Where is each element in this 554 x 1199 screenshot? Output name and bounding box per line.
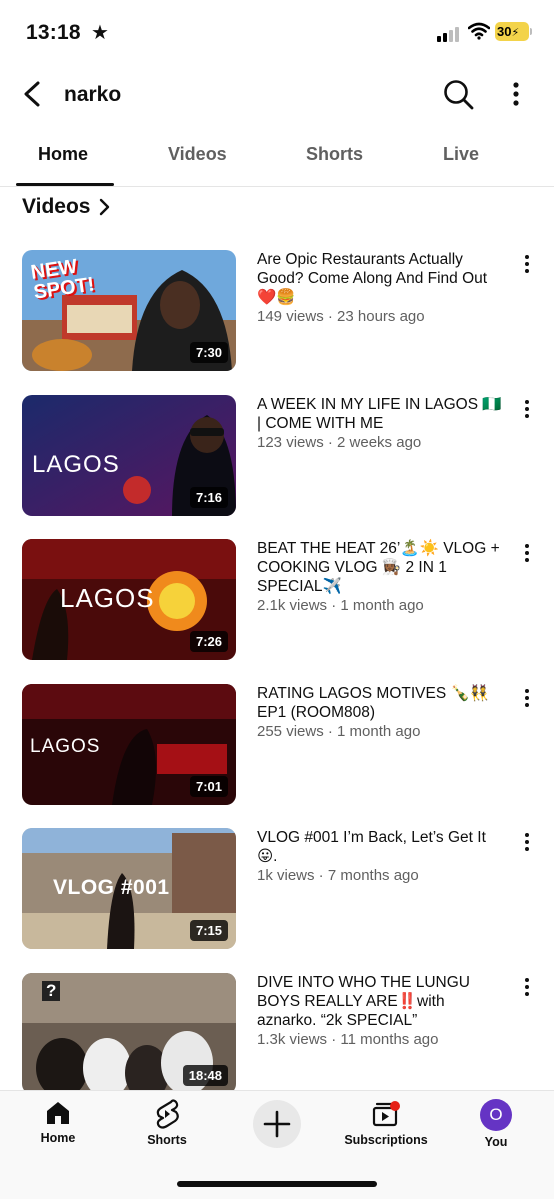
thumbnail-text: LAGOS [32,451,120,478]
video-item[interactable]: VLOG #001 7:15 VLOG #001 I’m Back, Let’s… [0,828,554,950]
active-tab-indicator [16,183,114,186]
create-button[interactable] [253,1100,301,1148]
tab-videos[interactable]: Videos [168,144,227,165]
video-thumbnail[interactable]: LAGOS 7:26 [22,539,236,660]
video-meta: VLOG #001 I’m Back, Let’s Get It😛. 1k vi… [257,828,503,885]
video-item[interactable]: ? 18:48 DIVE INTO WHO THE LUNGU BOYS REA… [0,973,554,1095]
battery-cap [530,28,532,35]
video-thumbnail[interactable]: NEW SPOT! 7:30 [22,250,236,371]
video-item[interactable]: LAGOS 7:26 BEAT THE HEAT 26’🏝️☀️ VLOG + … [0,539,554,661]
status-time: 13:18 [26,21,81,44]
video-item[interactable]: LAGOS 7:01 RATING LAGOS MOTIVES 🍾👯 EP1 (… [0,684,554,806]
top-app-bar: narko [0,66,554,126]
video-title[interactable]: DIVE INTO WHO THE LUNGU BOYS REALLY ARE‼… [257,973,503,1030]
nav-subscriptions[interactable]: Subscriptions [343,1099,429,1147]
video-meta: RATING LAGOS MOTIVES 🍾👯 EP1 (ROOM808) 25… [257,684,503,741]
video-title[interactable]: VLOG #001 I’m Back, Let’s Get It😛. [257,828,503,866]
thumbnail-text: ? [42,981,61,1001]
star-icon: ★ [91,22,109,44]
video-meta: A WEEK IN MY LIFE IN LAGOS 🇳🇬 | COME WIT… [257,395,503,452]
video-stats: 149 views · 23 hours ago [257,308,425,325]
nav-shorts[interactable]: Shorts [143,1099,191,1147]
tab-live[interactable]: Live [443,144,479,165]
nav-shorts-label: Shorts [147,1133,187,1147]
video-meta: DIVE INTO WHO THE LUNGU BOYS REALLY ARE‼… [257,973,503,1049]
avatar: O [480,1099,512,1131]
video-meta: Are Opic Restaurants Actually Good? Come… [257,250,503,326]
more-options-icon[interactable] [505,79,527,109]
video-thumbnail[interactable]: VLOG #001 7:15 [22,828,236,949]
home-icon [47,1102,69,1124]
thumbnail-text: NEW SPOT! [29,255,96,304]
video-thumbnail[interactable]: ? 18:48 [22,973,236,1094]
video-title[interactable]: BEAT THE HEAT 26’🏝️☀️ VLOG + COOKING VLO… [257,539,503,596]
nav-home-label: Home [40,1131,76,1145]
thumbnail-text: LAGOS [60,583,155,613]
status-bar: 13:18 ★ 30⚡ [0,0,554,66]
tab-home[interactable]: Home [38,144,88,165]
plus-icon [263,1110,291,1138]
videos-section-header[interactable]: Videos [22,192,112,222]
video-thumbnail[interactable]: LAGOS 7:16 [22,395,236,516]
video-stats: 123 views · 2 weeks ago [257,434,422,451]
video-duration: 7:30 [189,342,228,363]
channel-tabs: Home Videos Shorts Live [0,126,554,187]
video-more-options-icon[interactable] [517,830,537,854]
video-item[interactable]: NEW SPOT! 7:30 Are Opic Restaurants Actu… [0,250,554,372]
video-duration: 18:48 [182,1065,228,1086]
video-more-options-icon[interactable] [517,252,537,276]
video-duration: 7:15 [189,920,228,941]
video-duration: 7:26 [189,631,228,652]
battery-indicator: 30⚡ [495,22,529,41]
channel-name: narko [64,83,122,106]
video-more-options-icon[interactable] [517,541,537,565]
video-meta: BEAT THE HEAT 26’🏝️☀️ VLOG + COOKING VLO… [257,539,503,615]
shorts-icon [156,1099,179,1129]
video-duration: 7:01 [189,776,228,797]
cellular-signal-icon [437,26,463,42]
search-icon[interactable] [441,77,475,111]
tab-shorts[interactable]: Shorts [306,144,363,165]
charging-icon: ⚡ [511,27,520,39]
battery-level: 30 [497,24,512,39]
video-stats: 2.1k views · 1 month ago [257,597,424,614]
nav-subscriptions-label: Subscriptions [344,1133,428,1147]
back-arrow-icon[interactable] [18,78,48,110]
thumbnail-text: VLOG #001 [53,876,170,899]
video-title[interactable]: RATING LAGOS MOTIVES 🍾👯 EP1 (ROOM808) [257,684,503,722]
wifi-icon [468,22,490,40]
nav-you-label: You [484,1135,508,1149]
video-stats: 1.3k views · 11 months ago [257,1031,439,1048]
video-more-options-icon[interactable] [517,686,537,710]
thumbnail-text: LAGOS [30,736,101,757]
video-stats: 1k views · 7 months ago [257,867,419,884]
video-duration: 7:16 [189,487,228,508]
video-more-options-icon[interactable] [517,397,537,421]
video-item[interactable]: LAGOS 7:16 A WEEK IN MY LIFE IN LAGOS 🇳🇬… [0,395,554,517]
video-more-options-icon[interactable] [517,975,537,999]
video-stats: 255 views · 1 month ago [257,723,421,740]
video-thumbnail[interactable]: LAGOS 7:01 [22,684,236,805]
subscriptions-icon [372,1101,400,1127]
nav-home[interactable]: Home [38,1099,78,1145]
nav-you[interactable]: O You [476,1099,516,1149]
section-title: Videos [22,195,91,218]
video-title[interactable]: A WEEK IN MY LIFE IN LAGOS 🇳🇬 | COME WIT… [257,395,503,433]
home-indicator [177,1181,377,1187]
chevron-right-icon [100,198,110,216]
video-title[interactable]: Are Opic Restaurants Actually Good? Come… [257,250,503,307]
